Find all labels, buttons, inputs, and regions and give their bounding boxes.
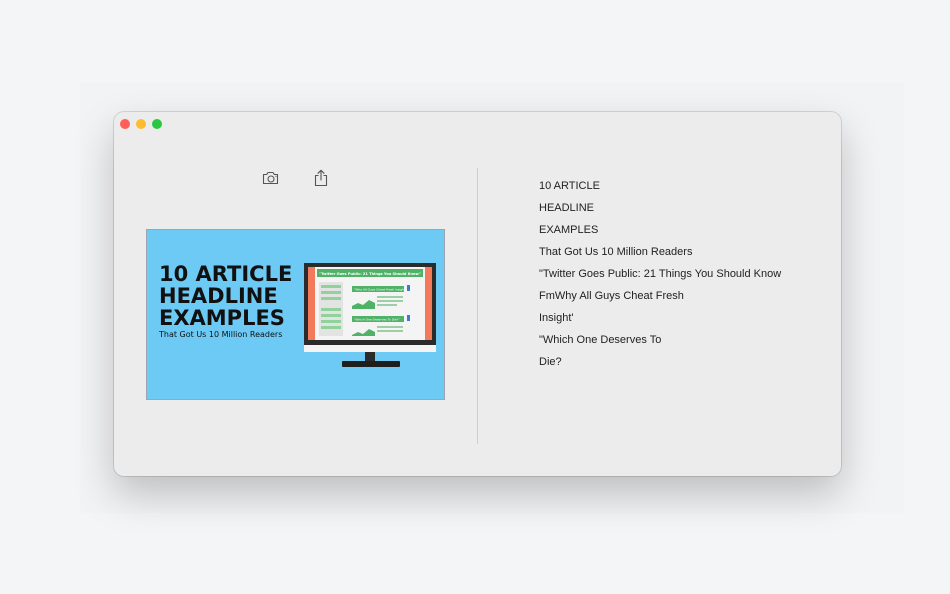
text-line[interactable]: FmWhy All Guys Cheat Fresh [539, 288, 829, 310]
minimize-button[interactable] [136, 119, 146, 129]
text-line[interactable]: That Got Us 10 Million Readers [539, 244, 829, 266]
graphic-panel-label-1: "Why All Guys Cheat Fresh Insight" [354, 288, 407, 292]
pane-divider [477, 168, 478, 444]
window-controls [120, 119, 162, 129]
graphic-headline-2: HEADLINE [159, 284, 278, 308]
graphic-subline: That Got Us 10 Million Readers [158, 330, 282, 339]
text-line[interactable]: "Which One Deserves To [539, 332, 829, 354]
text-line[interactable]: 10 ARTICLE [539, 178, 829, 200]
recognized-text-panel: 10 ARTICLE HEADLINE EXAMPLES That Got Us… [539, 178, 829, 376]
text-line[interactable]: "Twitter Goes Public: 21 Things You Shou… [539, 266, 829, 288]
zoom-button[interactable] [152, 119, 162, 129]
headline-graphic: 10 ARTICLE HEADLINE EXAMPLES That Got Us… [147, 230, 444, 399]
text-line[interactable]: EXAMPLES [539, 222, 829, 244]
preview-image: 10 ARTICLE HEADLINE EXAMPLES That Got Us… [146, 229, 445, 400]
app-window: 10 ARTICLE HEADLINE EXAMPLES That Got Us… [114, 112, 841, 476]
close-button[interactable] [120, 119, 130, 129]
text-line[interactable]: Die? [539, 354, 829, 376]
text-line[interactable]: HEADLINE [539, 200, 829, 222]
share-icon [314, 169, 328, 187]
graphic-headline-3: EXAMPLES [159, 306, 285, 330]
graphic-monitor-banner: "Twitter Goes Public: 21 Things You Shou… [319, 272, 421, 276]
share-button[interactable] [310, 168, 332, 188]
graphic-headline-1: 10 ARTICLE [159, 262, 292, 286]
monitor-illustration: "Twitter Goes Public: 21 Things You Shou… [304, 263, 436, 367]
graphic-panel-label-2: "Which One Deserves To Die?" [354, 318, 400, 322]
capture-button[interactable] [260, 168, 282, 188]
text-line[interactable]: Insight' [539, 310, 829, 332]
camera-icon [262, 171, 279, 185]
